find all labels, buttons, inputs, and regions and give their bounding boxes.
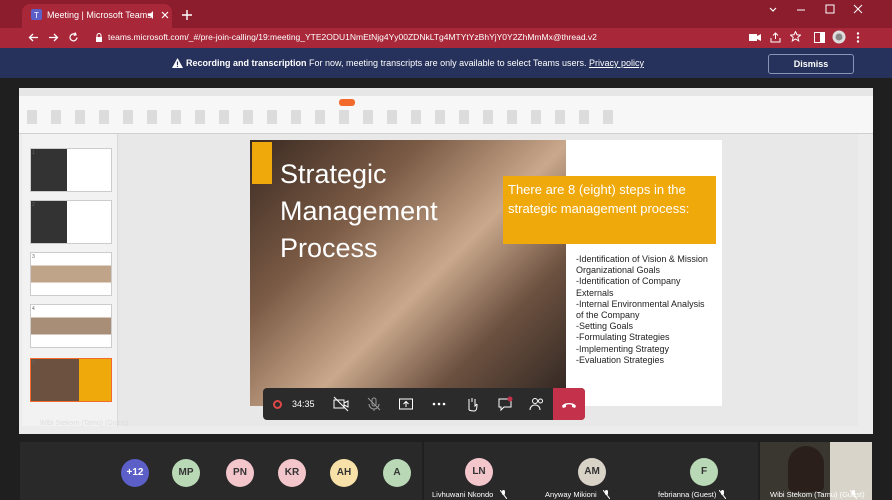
- step-line: of the Company: [576, 310, 640, 321]
- hang-up-icon[interactable]: [561, 397, 577, 411]
- participant-name: Livhuwani Nkondo: [432, 490, 494, 499]
- slide-thumbnail[interactable]: 3: [30, 252, 112, 296]
- privacy-policy-link[interactable]: Privacy policy: [589, 58, 644, 68]
- slide-steps-list: -Identification of Vision & Mission Orga…: [576, 254, 722, 366]
- overflow-count[interactable]: +12: [121, 459, 149, 487]
- forward-icon[interactable]: [48, 32, 59, 43]
- recording-indicator-icon: [273, 400, 282, 409]
- step-line: Organizational Goals: [576, 265, 661, 276]
- participants-icon[interactable]: [529, 396, 545, 412]
- tab-search-icon[interactable]: [768, 4, 778, 14]
- participant-avatar[interactable]: F: [690, 458, 718, 486]
- participant-avatar[interactable]: A: [383, 459, 411, 487]
- step-line: -Internal Environmental Analysis: [576, 298, 705, 309]
- more-options-icon[interactable]: [431, 396, 447, 412]
- step-line: Externals: [576, 287, 614, 298]
- more-menu-icon[interactable]: [856, 32, 860, 43]
- sidebar-icon[interactable]: [814, 32, 825, 43]
- participant-avatar[interactable]: MP: [172, 459, 200, 487]
- call-timer: 34:35: [292, 399, 315, 409]
- window-close-icon[interactable]: [853, 4, 863, 14]
- step-line: -Evaluation Strategies: [576, 354, 665, 365]
- dismiss-button[interactable]: Dismiss: [768, 54, 854, 74]
- participant-overflow-tile[interactable]: [20, 442, 422, 500]
- url-text[interactable]: teams.microsoft.com/_#/pre-join-calling/…: [108, 32, 597, 42]
- teams-logo-icon: T: [31, 9, 42, 20]
- warning-icon: [172, 58, 183, 68]
- bookmark-star-icon[interactable]: [790, 31, 801, 42]
- banner-title: Recording and transcription: [186, 58, 307, 68]
- lock-icon[interactable]: [95, 33, 103, 43]
- participant-avatar[interactable]: AM: [578, 458, 606, 486]
- participant-avatar[interactable]: LN: [465, 458, 493, 486]
- banner-text: Recording and transcription For now, mee…: [186, 58, 644, 68]
- slide-thumbnail[interactable]: 4: [30, 304, 112, 348]
- share-icon[interactable]: [770, 32, 781, 43]
- slide-callout-text: There are 8 (eight) steps in the strateg…: [508, 182, 690, 216]
- svg-text:T: T: [34, 11, 39, 20]
- reload-icon[interactable]: [68, 32, 79, 43]
- mic-muted-icon: [719, 490, 726, 499]
- slide-thumbnail[interactable]: 2: [30, 200, 112, 244]
- mic-off-icon[interactable]: [366, 396, 382, 412]
- slide-title-line: Strategic: [280, 159, 387, 189]
- slide-title: Strategic Management Process: [280, 156, 480, 267]
- audio-icon: [148, 11, 153, 19]
- mic-muted-icon: [850, 490, 857, 499]
- slide-accent-bar: [252, 142, 272, 184]
- step-line: -Formulating Strategies: [576, 332, 670, 343]
- chat-icon[interactable]: [497, 396, 513, 412]
- presentation-ribbon: [19, 88, 873, 134]
- step-line: -Implementing Strategy: [576, 343, 670, 354]
- camera-off-icon[interactable]: [333, 396, 349, 412]
- mic-muted-icon: [500, 490, 507, 499]
- participant-avatar[interactable]: PN: [226, 459, 254, 487]
- participant-name: febrianna (Guest): [658, 490, 717, 499]
- step-line: -Identification of Vision & Mission: [576, 254, 708, 264]
- slide-thumbnail[interactable]: 1: [30, 148, 112, 192]
- camera-in-use-icon[interactable]: [749, 32, 761, 43]
- slide-title-line: Process: [280, 233, 378, 263]
- banner-message: For now, meeting transcripts are only av…: [309, 58, 587, 68]
- share-screen-icon[interactable]: [398, 396, 414, 412]
- step-line: -Setting Goals: [576, 321, 634, 332]
- new-tab-icon[interactable]: [182, 10, 192, 20]
- tab-title: Meeting | Microsoft Teams: [47, 10, 152, 20]
- maximize-icon[interactable]: [825, 4, 835, 14]
- tab-close-icon[interactable]: [161, 11, 169, 19]
- step-line: -Identification of Company: [576, 276, 681, 287]
- slide-thumbnail-pane: 1 2 3 4 5: [22, 134, 118, 426]
- slide-title-line: Management: [280, 196, 438, 226]
- participant-avatar[interactable]: KR: [278, 459, 306, 487]
- slide-thumbnail-active[interactable]: 5: [30, 358, 112, 402]
- raise-hand-icon[interactable]: [464, 396, 480, 412]
- participant-avatar[interactable]: AH: [330, 459, 358, 487]
- mic-muted-icon: [603, 490, 610, 499]
- profile-avatar-icon[interactable]: [832, 30, 846, 44]
- participant-name: Anyway Mikioni: [545, 490, 597, 499]
- presenter-label: Wibi Stekom (Tamu) (Guest): [40, 420, 129, 427]
- minimize-icon[interactable]: [796, 5, 806, 15]
- back-icon[interactable]: [28, 32, 39, 43]
